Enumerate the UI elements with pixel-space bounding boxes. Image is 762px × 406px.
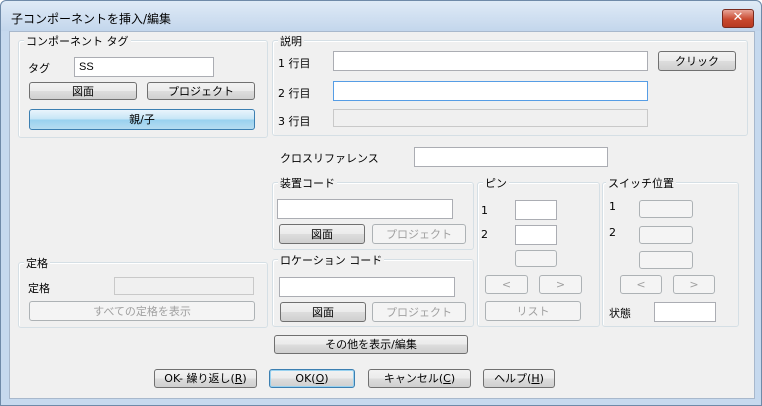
pin-next-button[interactable]: > — [539, 275, 582, 294]
pin2-label: 2 — [481, 228, 488, 241]
line1-input[interactable] — [333, 51, 648, 71]
installation-drawing-button[interactable]: 図面 — [279, 224, 365, 244]
pin1-label: 1 — [481, 204, 488, 217]
cross-reference-input[interactable] — [414, 147, 608, 167]
cancel-accel: C — [443, 372, 451, 385]
cancel-label-end: ) — [450, 372, 456, 385]
tag-project-button[interactable]: プロジェクト — [147, 82, 255, 100]
line3-label: 3 行目 — [278, 115, 311, 128]
rating-group-label: 定格 — [24, 255, 50, 271]
parent-child-button[interactable]: 親/子 — [29, 109, 255, 130]
ok-label-end: ) — [324, 372, 329, 385]
help-button[interactable]: ヘルプ(H) — [483, 369, 555, 388]
location-code-group-label: ロケーション コード — [278, 252, 385, 268]
switch-pos1-label: 1 — [609, 200, 616, 213]
ok-label: OK( — [295, 372, 316, 385]
switch-position-group-label: スイッチ位置 — [606, 175, 676, 191]
close-icon: ✕ — [732, 10, 744, 25]
installation-code-group-label: 装置コード — [278, 175, 337, 191]
help-accel: H — [531, 372, 540, 385]
title-bar[interactable]: 子コンポーネントを挿入/編集 ✕ — [1, 1, 761, 31]
ok-repeat-button[interactable]: OK- 繰り返し(R) — [154, 369, 257, 388]
help-label-end: ) — [539, 372, 544, 385]
rating-label: 定格 — [28, 282, 50, 295]
tag-label: タグ — [28, 62, 50, 75]
line2-label: 2 行目 — [278, 87, 311, 100]
show-all-ratings-button[interactable]: すべての定格を表示 — [29, 301, 255, 321]
location-project-button[interactable]: プロジェクト — [372, 302, 466, 322]
line3-input[interactable] — [333, 109, 648, 127]
ok-repeat-label-end: ) — [242, 372, 247, 385]
ok-repeat-label: OK- 繰り返し( — [164, 372, 235, 385]
switch-next-button[interactable]: > — [673, 275, 715, 294]
switch-pos1-field — [639, 200, 693, 218]
ok-button[interactable]: OK(O) — [269, 369, 355, 388]
dialog-body: コンポーネント タグ タグ 図面 プロジェクト 親/子 説明 1 行目 クリック… — [9, 31, 755, 399]
switch-prev-button[interactable]: < — [620, 275, 662, 294]
ok-accel: O — [315, 372, 325, 385]
description-group-label: 説明 — [278, 33, 304, 49]
rating-input[interactable] — [114, 277, 254, 295]
pin3-field — [515, 250, 557, 267]
switch-pos2-label: 2 — [609, 226, 616, 239]
close-button[interactable]: ✕ — [722, 9, 754, 28]
click-button[interactable]: クリック — [658, 51, 736, 71]
switch-state-input[interactable] — [654, 302, 716, 322]
switch-state-label: 状態 — [609, 307, 631, 320]
switch-pos2-field — [639, 226, 693, 244]
help-label: ヘルプ( — [494, 372, 532, 385]
line1-label: 1 行目 — [278, 57, 311, 70]
pin-list-button[interactable]: リスト — [485, 301, 581, 321]
location-drawing-button[interactable]: 図面 — [280, 302, 366, 322]
line2-input[interactable] — [333, 81, 648, 101]
cancel-label: キャンセル( — [383, 372, 444, 385]
installation-code-input[interactable] — [277, 199, 453, 219]
component-tag-group-label: コンポーネント タグ — [24, 33, 131, 49]
cross-reference-label: クロスリファレンス — [280, 152, 379, 165]
installation-project-button[interactable]: プロジェクト — [372, 224, 466, 244]
cancel-button[interactable]: キャンセル(C) — [368, 369, 471, 388]
window-title: 子コンポーネントを挿入/編集 — [11, 12, 172, 26]
pin2-input[interactable] — [515, 225, 557, 245]
pin1-input[interactable] — [515, 200, 557, 220]
pin-group-label: ピン — [483, 175, 509, 191]
dialog-window: 子コンポーネントを挿入/編集 ✕ コンポーネント タグ タグ 図面 プロジェクト… — [0, 0, 762, 406]
tag-input[interactable] — [74, 57, 214, 77]
show-edit-others-button[interactable]: その他を表示/編集 — [274, 335, 468, 354]
tag-drawing-button[interactable]: 図面 — [29, 82, 137, 100]
pin-prev-button[interactable]: < — [485, 275, 528, 294]
switch-pos3-field — [639, 251, 693, 269]
location-code-input[interactable] — [279, 277, 455, 297]
